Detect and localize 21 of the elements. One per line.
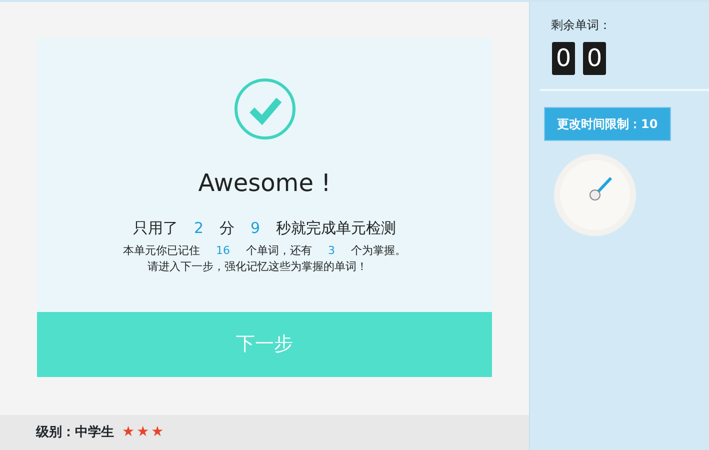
next-button[interactable]: 下一步 xyxy=(37,312,492,377)
time-text: 秒就完成单元检测 xyxy=(276,218,396,239)
count-number: 9 xyxy=(250,218,260,239)
time-text: 只用了 xyxy=(132,218,178,239)
level-label: 级别：中学生 xyxy=(36,424,114,442)
count-text: 本单元你已记住 xyxy=(123,242,200,258)
counter-digit: 0 xyxy=(552,42,575,75)
check-icon xyxy=(232,77,296,141)
remaining-label: 剩余单词： xyxy=(551,17,611,34)
time-limit-button[interactable]: 更改时间限制：10 xyxy=(544,107,671,141)
count-number: 3 xyxy=(328,242,335,258)
count-text: 个单词，还有 xyxy=(246,242,312,258)
count-text: 个为掌握。 xyxy=(351,242,406,258)
time-text: 分 xyxy=(220,218,234,239)
counter-digit: 0 xyxy=(583,42,606,75)
count-number: 2 xyxy=(194,218,204,239)
result-title: Awesome ! xyxy=(198,168,331,199)
gauge-icon xyxy=(553,153,637,237)
star-rating: ★★★ xyxy=(122,423,165,442)
hint-text: 请进入下一步，强化记忆这些为掌握的单词！ xyxy=(148,259,368,275)
count-number: 16 xyxy=(216,242,230,258)
